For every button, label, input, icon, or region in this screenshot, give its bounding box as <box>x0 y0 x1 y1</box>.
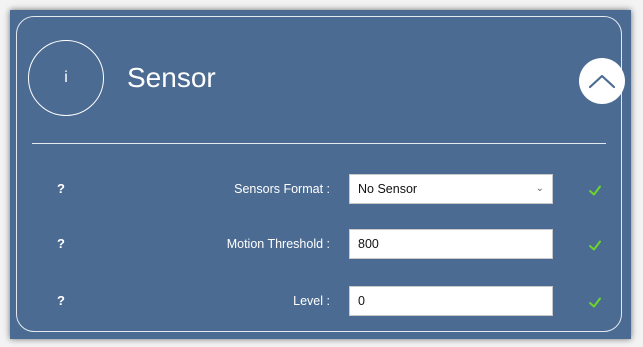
help-button[interactable]: ? <box>57 236 65 251</box>
info-glyph: i <box>64 69 68 86</box>
input-value: 0 <box>358 294 365 308</box>
header-divider <box>32 143 606 144</box>
help-button[interactable]: ? <box>57 181 65 196</box>
select-value: No Sensor <box>358 182 418 196</box>
panel-title: Sensor <box>127 62 216 93</box>
field-row-motion-threshold: ? Motion Threshold : 800 <box>0 229 643 259</box>
input-value: 800 <box>358 237 379 251</box>
field-label: Level : <box>293 294 330 308</box>
chevron-up-icon <box>588 74 616 89</box>
field-label: Motion Threshold : <box>226 237 330 251</box>
help-button[interactable]: ? <box>57 293 65 308</box>
level-input[interactable]: 0 <box>349 286 553 316</box>
field-row-sensors-format: ? Sensors Format : No Sensor ⌄ <box>0 174 643 204</box>
motion-threshold-input[interactable]: 800 <box>349 229 553 259</box>
collapse-button[interactable] <box>579 58 625 104</box>
field-label: Sensors Format : <box>234 182 330 196</box>
sensors-format-select[interactable]: No Sensor ⌄ <box>349 174 553 204</box>
checkmark-icon <box>589 240 601 251</box>
chevron-down-icon: ⌄ <box>535 183 544 194</box>
info-icon: i <box>28 40 104 116</box>
checkmark-icon <box>589 185 601 196</box>
field-row-level: ? Level : 0 <box>0 286 643 316</box>
checkmark-icon <box>589 297 601 308</box>
